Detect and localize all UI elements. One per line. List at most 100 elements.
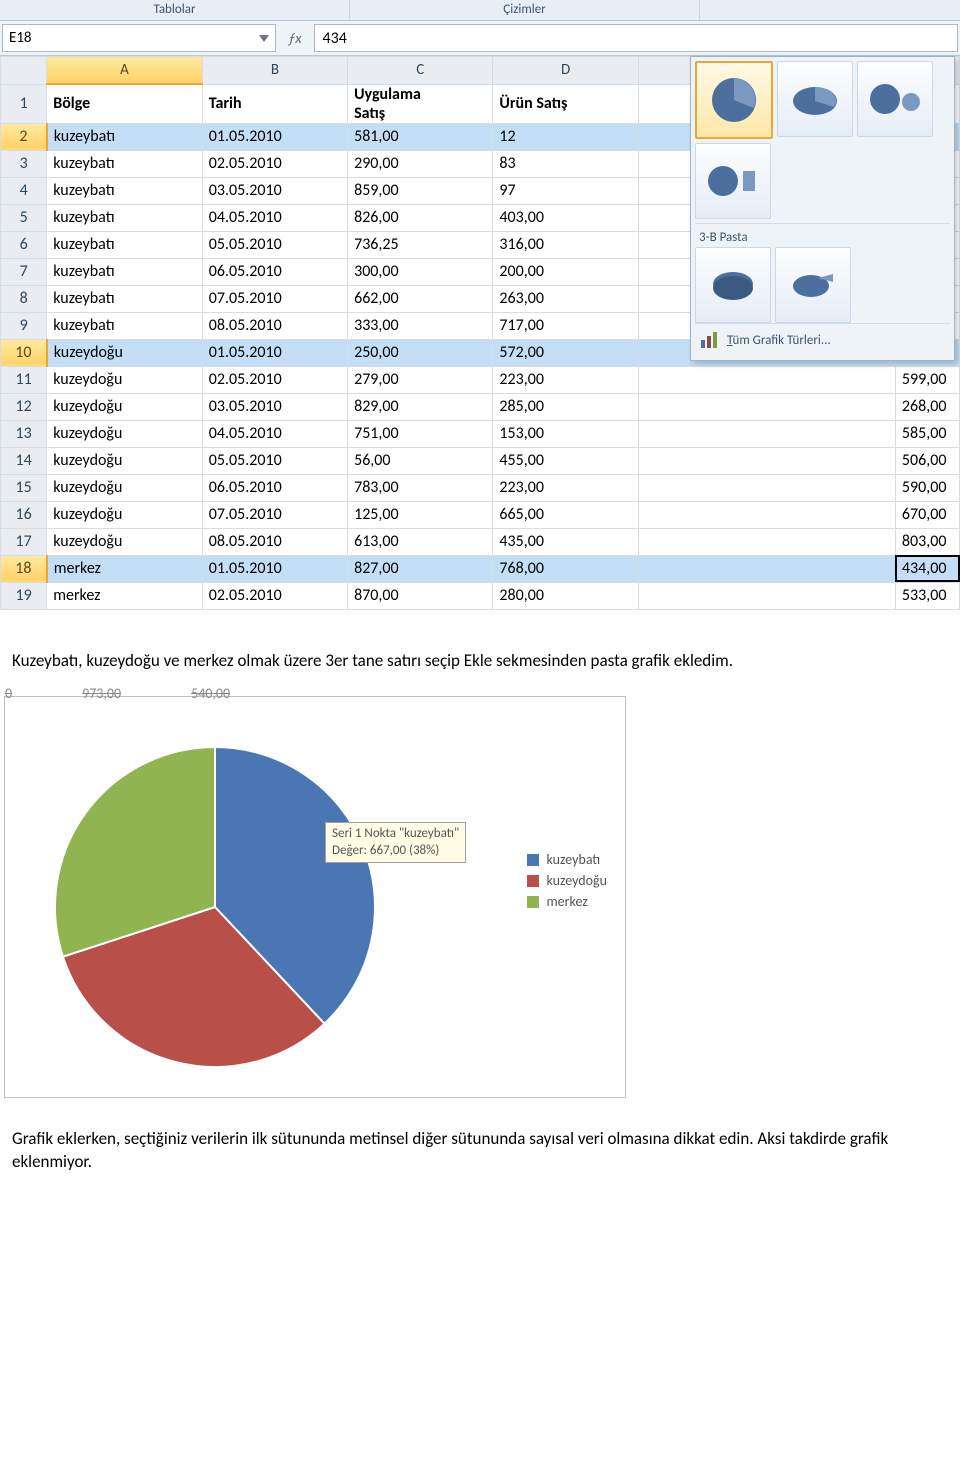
- cell[interactable]: 670,00: [895, 501, 959, 528]
- pie-3d-button[interactable]: [777, 61, 853, 137]
- fx-icon[interactable]: ƒx: [278, 21, 312, 55]
- cell[interactable]: [638, 366, 895, 393]
- row-header[interactable]: 1: [1, 84, 47, 123]
- col-header-b[interactable]: B: [202, 57, 347, 85]
- cell[interactable]: kuzeydoğu: [47, 474, 203, 501]
- row-header[interactable]: 5: [1, 204, 47, 231]
- name-box[interactable]: E18: [2, 24, 276, 52]
- col-header-a[interactable]: A: [47, 57, 203, 85]
- row-header[interactable]: 6: [1, 231, 47, 258]
- col-header-d[interactable]: D: [493, 57, 638, 85]
- row-header[interactable]: 16: [1, 501, 47, 528]
- cell[interactable]: 153,00: [493, 420, 638, 447]
- cell[interactable]: 870,00: [348, 582, 493, 609]
- row-header[interactable]: 13: [1, 420, 47, 447]
- cell[interactable]: 01.05.2010: [202, 123, 347, 150]
- cell[interactable]: 717,00: [493, 312, 638, 339]
- row-header[interactable]: 7: [1, 258, 47, 285]
- cell[interactable]: 223,00: [493, 474, 638, 501]
- cell[interactable]: kuzeydoğu: [47, 393, 203, 420]
- cell[interactable]: kuzeydoğu: [47, 366, 203, 393]
- cell[interactable]: 83: [493, 150, 638, 177]
- cell[interactable]: 435,00: [493, 528, 638, 555]
- row-header[interactable]: 4: [1, 177, 47, 204]
- row-header[interactable]: 3: [1, 150, 47, 177]
- cell[interactable]: 280,00: [493, 582, 638, 609]
- cell[interactable]: 200,00: [493, 258, 638, 285]
- cell[interactable]: [638, 393, 895, 420]
- cell[interactable]: 827,00: [348, 555, 493, 582]
- row-header[interactable]: 14: [1, 447, 47, 474]
- cell[interactable]: [638, 582, 895, 609]
- pie-chart-object[interactable]: 0 973,00 540,00 Seri 1 Nokta "kuzeybatı"…: [4, 696, 626, 1098]
- all-chart-types-button[interactable]: Tüm Grafik Türleri...: [695, 323, 950, 356]
- cell[interactable]: 613,00: [348, 528, 493, 555]
- pie-3d-exploded-button[interactable]: [775, 247, 851, 323]
- cell[interactable]: 751,00: [348, 420, 493, 447]
- cell[interactable]: 829,00: [348, 393, 493, 420]
- cell[interactable]: 02.05.2010: [202, 150, 347, 177]
- cell[interactable]: [638, 420, 895, 447]
- cell[interactable]: kuzeydoğu: [47, 420, 203, 447]
- cell[interactable]: 599,00: [895, 366, 959, 393]
- cell[interactable]: 05.05.2010: [202, 447, 347, 474]
- cell[interactable]: 290,00: [348, 150, 493, 177]
- cell[interactable]: 859,00: [348, 177, 493, 204]
- cell[interactable]: 533,00: [895, 582, 959, 609]
- cell[interactable]: 455,00: [493, 447, 638, 474]
- cell[interactable]: 07.05.2010: [202, 285, 347, 312]
- cell[interactable]: kuzeybatı: [47, 312, 203, 339]
- cell[interactable]: 07.05.2010: [202, 501, 347, 528]
- cell[interactable]: 125,00: [348, 501, 493, 528]
- cell[interactable]: 736,25: [348, 231, 493, 258]
- cell[interactable]: [638, 447, 895, 474]
- cell[interactable]: 04.05.2010: [202, 420, 347, 447]
- cell[interactable]: 665,00: [493, 501, 638, 528]
- row-header[interactable]: 10: [1, 339, 47, 366]
- cell[interactable]: [638, 528, 895, 555]
- row-header[interactable]: 9: [1, 312, 47, 339]
- cell[interactable]: 12: [493, 123, 638, 150]
- cell[interactable]: kuzeybatı: [47, 285, 203, 312]
- chevron-down-icon[interactable]: [259, 35, 269, 42]
- cell[interactable]: kuzeybatı: [47, 177, 203, 204]
- select-all-corner[interactable]: [1, 57, 47, 85]
- row-header[interactable]: 8: [1, 285, 47, 312]
- cell[interactable]: kuzeydoğu: [47, 528, 203, 555]
- cell[interactable]: 662,00: [348, 285, 493, 312]
- cell[interactable]: 768,00: [493, 555, 638, 582]
- cell[interactable]: 285,00: [493, 393, 638, 420]
- cell[interactable]: 263,00: [493, 285, 638, 312]
- cell[interactable]: [638, 474, 895, 501]
- cell[interactable]: 02.05.2010: [202, 366, 347, 393]
- cell[interactable]: 434,00: [895, 555, 959, 582]
- cell[interactable]: 803,00: [895, 528, 959, 555]
- cell[interactable]: 02.05.2010: [202, 582, 347, 609]
- row-header[interactable]: 11: [1, 366, 47, 393]
- cell[interactable]: 08.05.2010: [202, 528, 347, 555]
- row-header[interactable]: 12: [1, 393, 47, 420]
- cell[interactable]: 05.05.2010: [202, 231, 347, 258]
- row-header[interactable]: 19: [1, 582, 47, 609]
- cell[interactable]: 06.05.2010: [202, 258, 347, 285]
- row-header[interactable]: 2: [1, 123, 47, 150]
- cell[interactable]: kuzeybatı: [47, 123, 203, 150]
- pie-plot-area[interactable]: [45, 737, 385, 1077]
- row-header[interactable]: 15: [1, 474, 47, 501]
- bar-of-pie-button[interactable]: [695, 143, 771, 219]
- row-header[interactable]: 18: [1, 555, 47, 582]
- cell[interactable]: kuzeybatı: [47, 204, 203, 231]
- cell[interactable]: 268,00: [895, 393, 959, 420]
- cell[interactable]: kuzeybatı: [47, 258, 203, 285]
- cell[interactable]: 01.05.2010: [202, 339, 347, 366]
- cell[interactable]: 506,00: [895, 447, 959, 474]
- cell[interactable]: 403,00: [493, 204, 638, 231]
- cell[interactable]: [638, 501, 895, 528]
- cell[interactable]: 333,00: [348, 312, 493, 339]
- cell[interactable]: Bölge: [47, 84, 203, 123]
- cell[interactable]: 300,00: [348, 258, 493, 285]
- cell[interactable]: 97: [493, 177, 638, 204]
- cell[interactable]: 06.05.2010: [202, 474, 347, 501]
- pie-3d-solid-button[interactable]: [695, 247, 771, 323]
- cell[interactable]: kuzeybatı: [47, 150, 203, 177]
